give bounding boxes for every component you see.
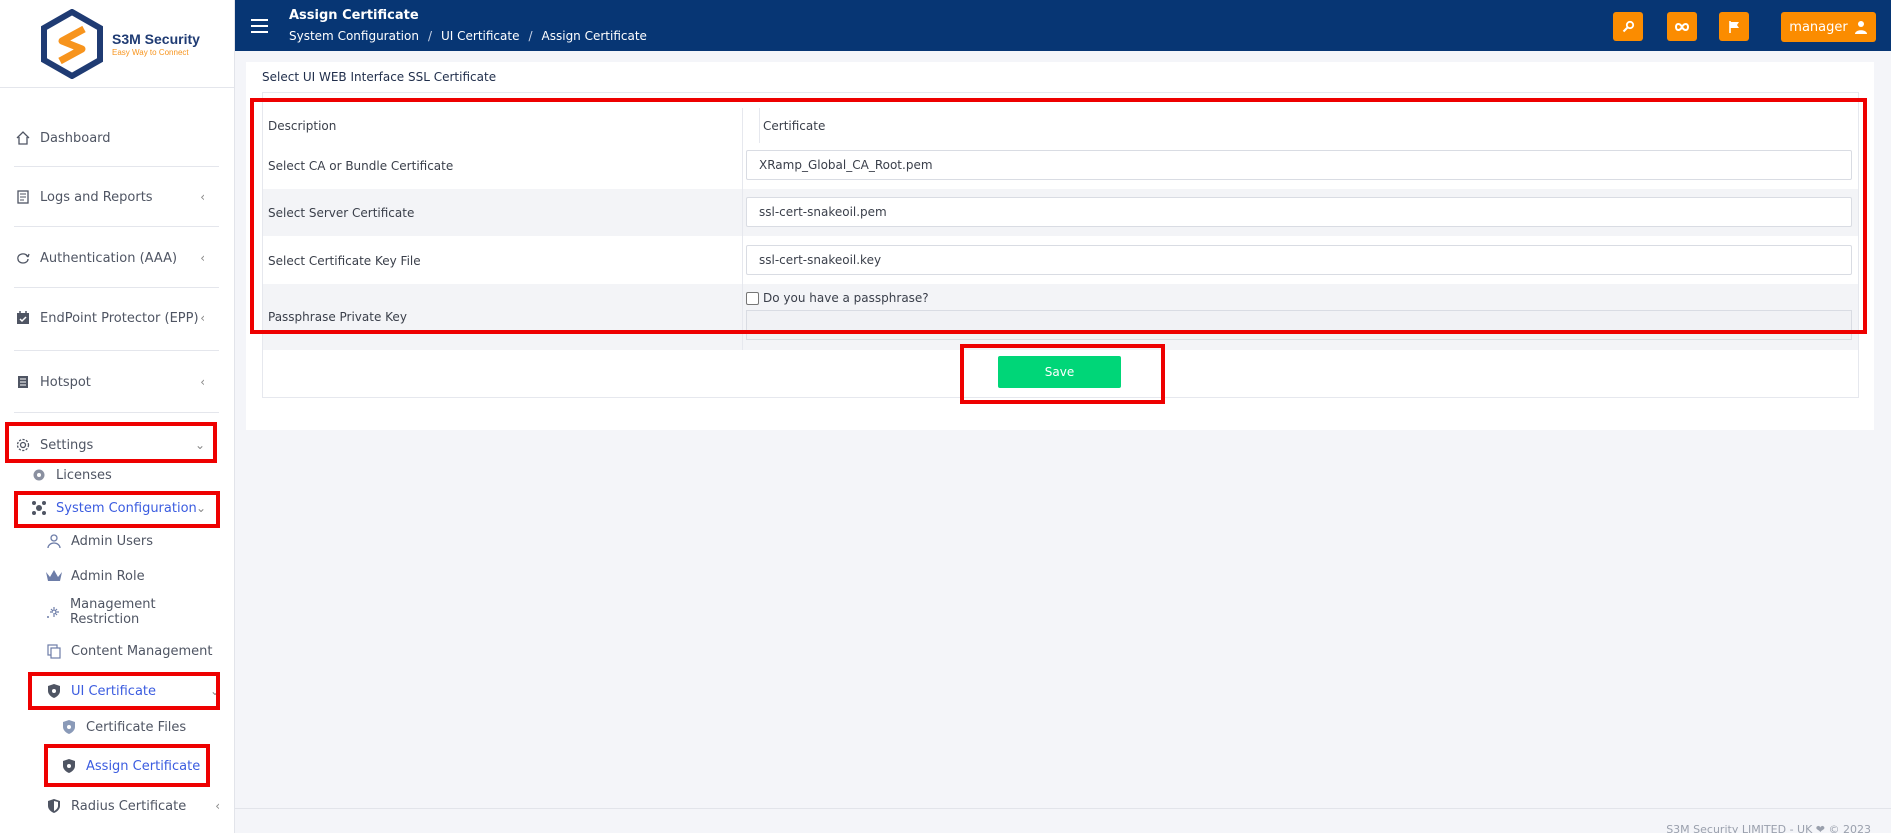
search-icon — [1622, 20, 1634, 33]
sidebar-item-label: EndPoint Protector (EPP) — [40, 310, 199, 326]
gear-icon — [14, 436, 32, 454]
save-button[interactable]: Save — [998, 356, 1121, 388]
list-icon — [14, 373, 32, 391]
breadcrumb-separator: / — [528, 29, 533, 43]
sidebar-item-ui-certificate[interactable]: UI Certificate ⌄ — [45, 671, 220, 711]
sidebar-item-radius-certificate[interactable]: Radius Certificate ‹ — [45, 786, 220, 826]
logo-area: S3M Security Easy Way to Connect — [0, 0, 234, 88]
shield-icon — [60, 718, 78, 736]
hamburger-menu-icon[interactable] — [251, 19, 268, 33]
sidebar-item-label: Licenses — [56, 467, 112, 483]
sidebar-item-label: Certificate Files — [86, 719, 187, 735]
sidebar-item-label: Radius Certificate — [71, 798, 187, 814]
sidebar-item-management-restriction[interactable]: Management Restriction — [45, 592, 220, 632]
sidebar-item-label: Content Management — [71, 643, 213, 659]
page-title: Assign Certificate — [289, 8, 419, 23]
flag-icon — [1728, 20, 1739, 33]
flag-button[interactable] — [1719, 12, 1749, 41]
brand-tagline: Easy Way to Connect — [112, 47, 189, 57]
infinity-icon — [1674, 22, 1690, 31]
breadcrumb-item[interactable]: System Configuration — [289, 29, 419, 43]
copy-icon — [45, 642, 63, 660]
sidebar-item-label: Settings — [40, 437, 94, 453]
user-icon — [45, 532, 63, 550]
sidebar-item-label: Hotspot — [40, 374, 91, 390]
footer-copyright: S3M Security LIMITED - UK ❤ © 2023 — [1666, 823, 1871, 833]
brand-name: S3M Security — [112, 30, 200, 47]
sidebar-item-hotspot[interactable]: Hotspot ‹ — [14, 362, 219, 402]
footer: S3M Security LIMITED - UK ❤ © 2023 — [235, 808, 1891, 833]
chevron-left-icon: ‹ — [200, 375, 205, 389]
chevron-down-icon: ⌄ — [194, 438, 205, 452]
user-icon — [1854, 21, 1867, 34]
sidebar-item-label: UI Certificate — [71, 683, 157, 699]
sync-icon — [14, 249, 32, 267]
sidebar-item-label: Assign Certificate — [86, 758, 201, 774]
sidebar-item-label: Authentication (AAA) — [40, 250, 178, 266]
sidebar-item-label: System Configuration — [56, 500, 197, 516]
chevron-left-icon: ‹ — [200, 311, 205, 325]
breadcrumb-item[interactable]: UI Certificate — [441, 29, 519, 43]
crown-icon — [45, 567, 63, 585]
breadcrumb-item: Assign Certificate — [541, 29, 647, 43]
sidebar-item-label: Admin Users — [71, 533, 153, 549]
chevron-left-icon: ‹ — [200, 190, 205, 204]
license-icon — [30, 466, 48, 484]
sidebar-item-certificate-files[interactable]: Certificate Files — [60, 707, 220, 747]
sidebar-item-label: Admin Role — [71, 568, 145, 584]
network-icon — [30, 499, 48, 517]
sidebar-item-assign-certificate[interactable]: Assign Certificate — [60, 746, 220, 786]
sidebar-item-label: Management Restriction — [69, 597, 156, 627]
sidebar-item-label: Logs and Reports — [40, 189, 153, 205]
breadcrumb-separator: / — [427, 29, 432, 43]
top-header: Assign Certificate System Configuration … — [235, 0, 1891, 51]
card-title: Select UI WEB Interface SSL Certificate — [262, 70, 497, 84]
breadcrumb: System Configuration / UI Certificate / … — [289, 29, 647, 43]
logo-icon — [41, 8, 103, 79]
sidebar-item-logs-reports[interactable]: Logs and Reports ‹ — [14, 177, 219, 217]
sidebar-item-endpoint-protector[interactable]: EndPoint Protector (EPP) ‹ — [14, 298, 219, 338]
user-menu-button[interactable]: manager — [1781, 12, 1876, 42]
chevron-down-icon: ⌄ — [195, 501, 206, 515]
sidebar-item-admin-users[interactable]: Admin Users — [45, 521, 220, 561]
chevron-left-icon: ‹ — [215, 799, 220, 813]
calendar-check-icon — [14, 309, 32, 327]
sidebar-item-admin-role[interactable]: Admin Role — [45, 556, 220, 596]
username-label: manager — [1789, 19, 1848, 35]
sidebar-item-authentication[interactable]: Authentication (AAA) ‹ — [14, 238, 219, 278]
sidebar-item-content-management[interactable]: Content Management — [45, 631, 220, 671]
chevron-down-icon: ⌄ — [209, 684, 220, 698]
infinity-button[interactable] — [1667, 12, 1697, 41]
shield-icon — [45, 682, 63, 700]
shield-icon — [60, 757, 78, 775]
chevron-left-icon: ‹ — [200, 251, 205, 265]
shield-half-icon — [45, 797, 63, 815]
report-icon — [14, 188, 32, 206]
search-button[interactable] — [1613, 12, 1643, 41]
sparkle-icon — [45, 603, 62, 621]
